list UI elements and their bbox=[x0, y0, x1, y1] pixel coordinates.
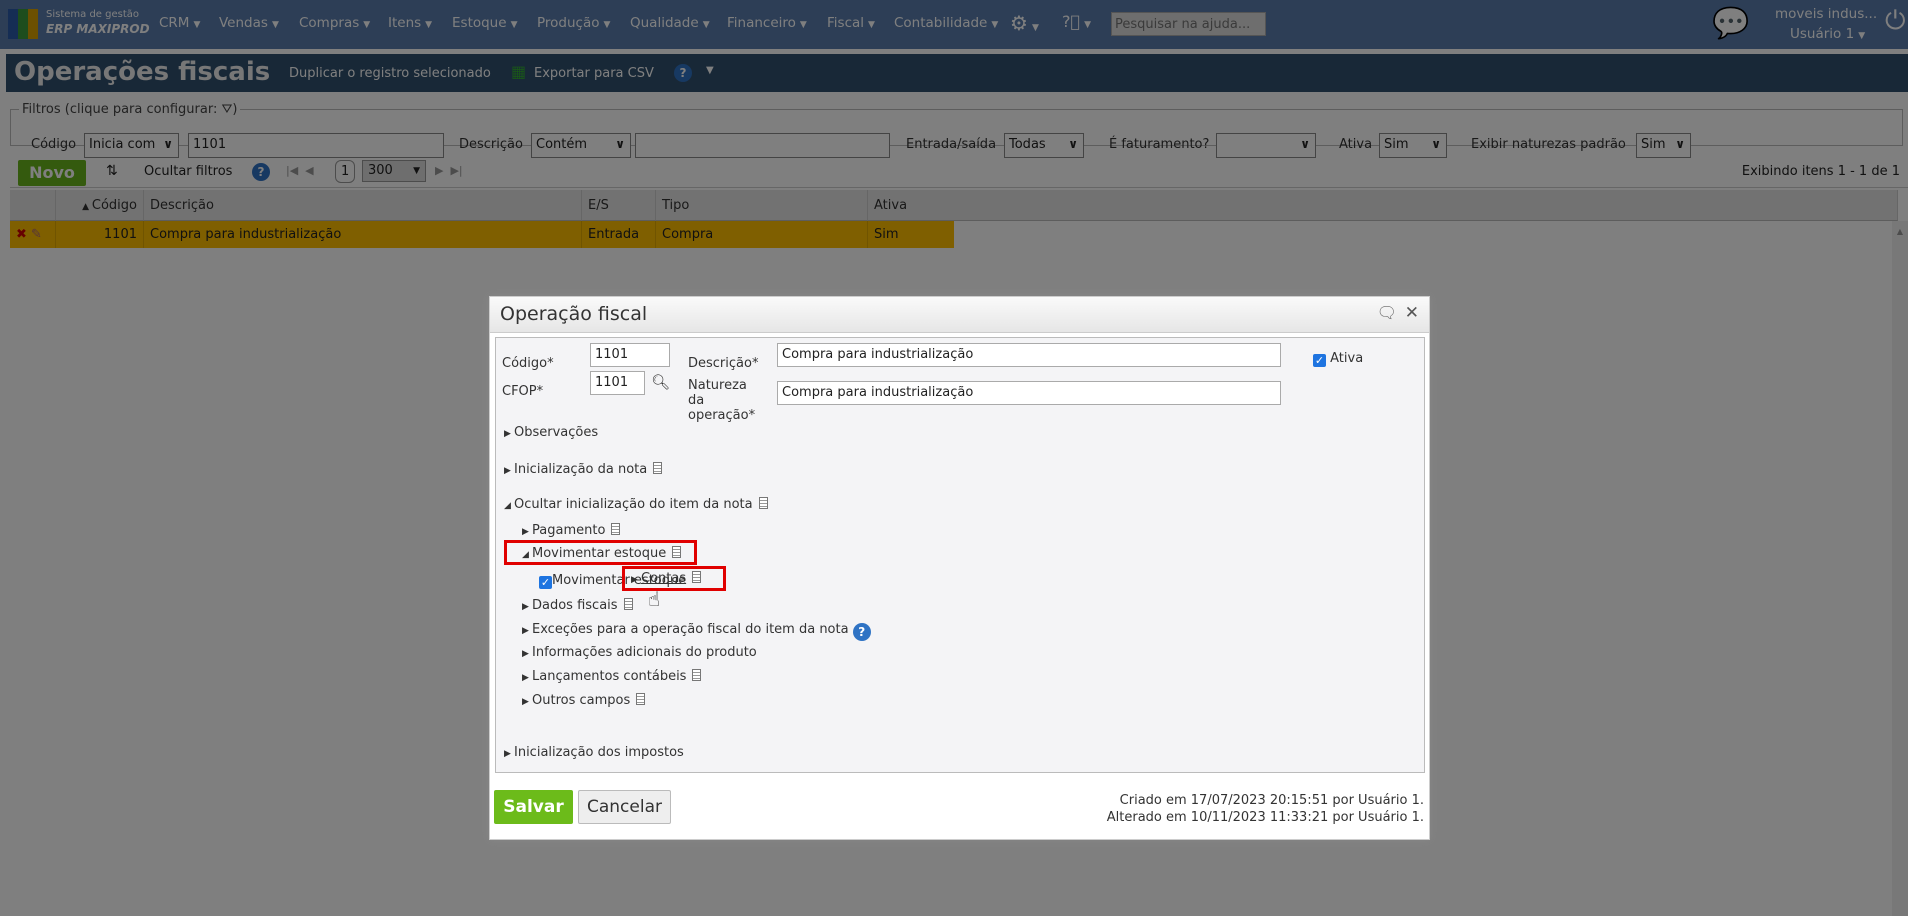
document-icon bbox=[692, 669, 702, 681]
section-inicializacao-nota[interactable]: ▶ Inicialização da nota bbox=[504, 462, 663, 477]
dialog-form: Código* 1101 CFOP* 1101 🔍︎ Descrição* Co… bbox=[495, 337, 1425, 773]
document-icon bbox=[758, 497, 768, 509]
save-button[interactable]: Salvar bbox=[494, 790, 573, 824]
section-excecoes[interactable]: ▶ Exceções para a operação fiscal do item… bbox=[522, 622, 871, 641]
search-icon[interactable]: 🔍︎ bbox=[651, 373, 670, 391]
cfop-input[interactable]: 1101 bbox=[590, 371, 645, 395]
section-dados-fiscais[interactable]: ▶ Dados fiscais bbox=[522, 598, 633, 613]
section-ocultar-item[interactable]: ◢ Ocultar inicialização do item da nota bbox=[504, 497, 768, 512]
codigo-label: Código* bbox=[502, 356, 554, 371]
document-icon bbox=[672, 546, 682, 558]
close-icon[interactable]: ✕ bbox=[1405, 303, 1419, 323]
section-movimentar-estoque[interactable]: ◢ Movimentar estoque bbox=[522, 546, 682, 561]
section-contas[interactable]: ▶ Contas bbox=[631, 571, 702, 586]
section-informacoes-adicionais[interactable]: ▶ Informações adicionais do produto bbox=[522, 645, 757, 660]
document-icon bbox=[636, 693, 646, 705]
ativa-checkbox[interactable]: ✓ Ativa bbox=[1313, 351, 1363, 367]
help-icon: ? bbox=[852, 623, 871, 641]
natureza-label: Natureza da operação* bbox=[688, 378, 756, 423]
cfop-label: CFOP* bbox=[502, 384, 544, 399]
section-pagamento[interactable]: ▶ Pagamento bbox=[522, 523, 621, 538]
natureza-input[interactable]: Compra para industrialização bbox=[777, 381, 1281, 405]
document-icon bbox=[623, 598, 633, 610]
operacao-fiscal-dialog: Operação fiscal 🗨 ✕ Código* 1101 CFOP* 1… bbox=[489, 296, 1430, 840]
document-icon bbox=[611, 523, 621, 535]
document-icon bbox=[692, 571, 702, 583]
document-icon bbox=[653, 462, 663, 474]
cancel-button[interactable]: Cancelar bbox=[578, 790, 671, 824]
descricao-input[interactable]: Compra para industrialização bbox=[777, 343, 1281, 367]
codigo-input[interactable]: 1101 bbox=[590, 343, 670, 367]
dialog-title: Operação fiscal bbox=[490, 297, 1429, 333]
section-observacoes[interactable]: ▶ Observações bbox=[504, 425, 598, 440]
hand-cursor-icon: ☝ bbox=[648, 587, 661, 611]
section-inicializacao-impostos[interactable]: ▶ Inicialização dos impostos bbox=[504, 745, 684, 760]
created-info: Criado em 17/07/2023 20:15:51 por Usuári… bbox=[1119, 793, 1424, 808]
section-outros-campos[interactable]: ▶ Outros campos bbox=[522, 693, 646, 708]
modified-info: Alterado em 10/11/2023 11:33:21 por Usuá… bbox=[1106, 810, 1424, 825]
comment-icon[interactable]: 🗨 bbox=[1377, 303, 1397, 322]
section-lancamentos-contabeis[interactable]: ▶ Lançamentos contábeis bbox=[522, 669, 702, 684]
descricao-label: Descrição* bbox=[688, 356, 759, 371]
